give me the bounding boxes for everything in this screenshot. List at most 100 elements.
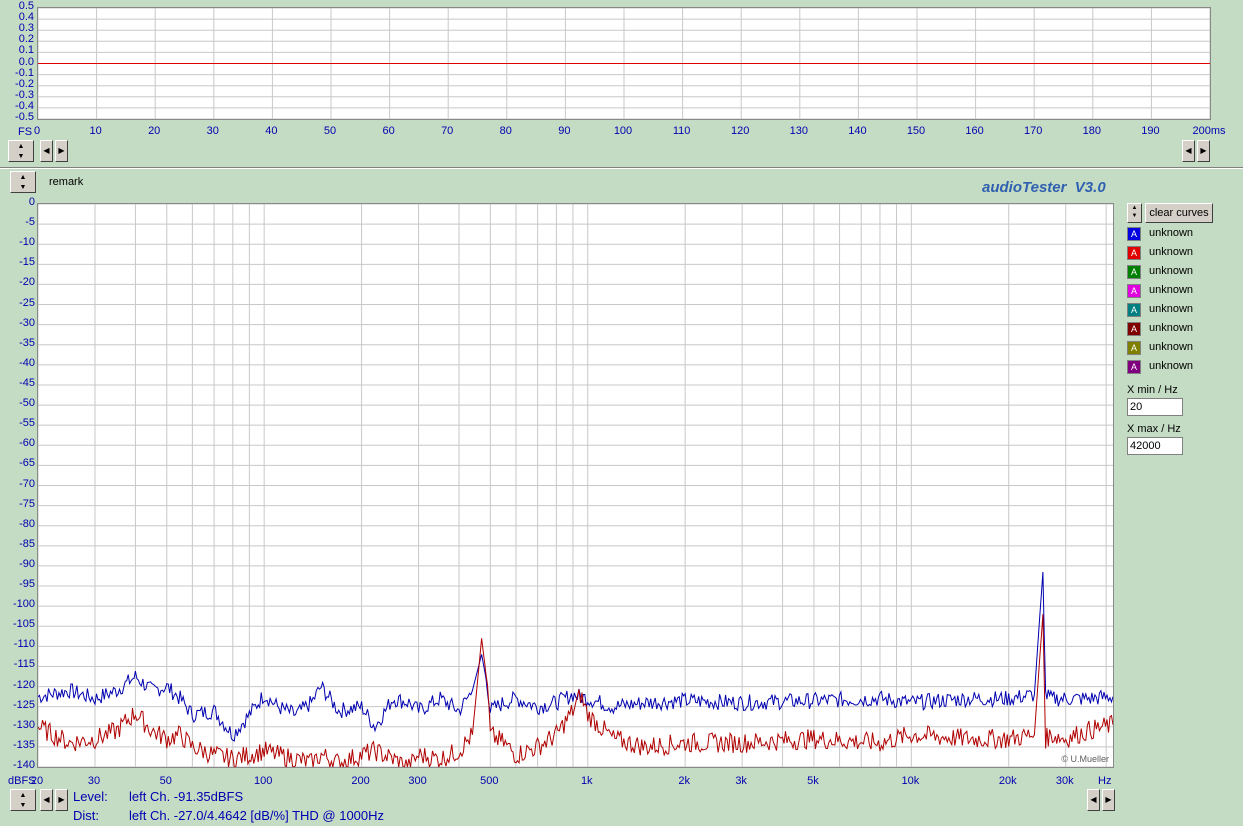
- spectrum-y-tick-label: -90: [19, 557, 35, 570]
- legend-item[interactable]: Aunknown: [1127, 284, 1217, 300]
- clear-curves-button[interactable]: clear curves: [1145, 203, 1213, 223]
- spectrum-y-tick-label: -15: [19, 256, 35, 269]
- legend-item-label: unknown: [1149, 246, 1194, 258]
- spectrum-x-tick-label: 500: [480, 775, 499, 787]
- spectrum-x-tick-label: 10k: [901, 775, 920, 787]
- remark-label: remark: [49, 176, 84, 188]
- time-zoom-left-button[interactable]: ◀: [1182, 140, 1195, 162]
- spectrum-x-tick-label: 20k: [998, 775, 1017, 787]
- spectrum-y-tick-label: -65: [19, 457, 35, 470]
- spectrum-x-tick-label: 3k: [735, 775, 747, 787]
- legend-item-label: unknown: [1149, 284, 1194, 296]
- time-x-tick-label: 180: [1082, 125, 1101, 137]
- xmin-label: X min / Hz: [1127, 384, 1178, 396]
- spectrum-y-unit: dBFS: [8, 775, 36, 787]
- spectrum-y-tick-label: -110: [13, 638, 35, 651]
- time-zoom-right-button[interactable]: ▶: [1197, 140, 1210, 162]
- legend-item[interactable]: Aunknown: [1127, 303, 1217, 319]
- time-x-tick-label: 100: [613, 125, 633, 137]
- spectrum-y-tick-label: -10: [19, 236, 35, 249]
- spectrum-y-tick-label: -70: [19, 477, 35, 490]
- spectrum-series-line: [38, 614, 1113, 767]
- spectrum-y-tick-label: -25: [19, 296, 35, 309]
- spectrum-y-tick-label: -100: [12, 598, 35, 611]
- spectrum-zoom-left-button[interactable]: ◀: [1087, 789, 1100, 811]
- legend-item-label: unknown: [1149, 227, 1194, 239]
- spectrum-plot[interactable]: © U.Mueller: [37, 203, 1114, 768]
- spectrum-scroll-right-button[interactable]: ▶: [55, 789, 68, 811]
- time-x-tick-label: 30: [206, 125, 219, 137]
- level-value: left Ch. -91.35dBFS: [129, 789, 244, 804]
- remark-spin-button[interactable]: ▲ ▼: [10, 171, 36, 193]
- legend-item[interactable]: Aunknown: [1127, 227, 1217, 243]
- spin-down-icon: ▼: [1131, 213, 1138, 219]
- legend-item-label: unknown: [1149, 322, 1194, 334]
- xmin-input[interactable]: [1127, 398, 1183, 416]
- spectrum-y-tick-label: -75: [19, 497, 35, 510]
- curves-spin-button[interactable]: ▲ ▼: [1127, 203, 1142, 223]
- panel-divider: [0, 167, 1243, 169]
- time-scroll-left-button[interactable]: ◀: [40, 140, 53, 162]
- spectrum-y-tick-label: -135: [12, 738, 35, 751]
- spectrum-x-unit: Hz: [1098, 775, 1112, 787]
- spectrum-y-tick-label: -85: [19, 537, 35, 550]
- spectrum-scroll-left-button[interactable]: ◀: [40, 789, 53, 811]
- spectrum-y-tick-label: -115: [13, 658, 35, 671]
- spectrum-x-tick-label: 50: [159, 775, 172, 787]
- spin-down-icon: ▼: [17, 153, 25, 160]
- legend-item-label: unknown: [1149, 265, 1194, 277]
- time-x-tick-label: 110: [672, 125, 691, 137]
- spectrum-zoom-right-button[interactable]: ▶: [1102, 789, 1115, 811]
- xmax-label: X max / Hz: [1127, 423, 1181, 435]
- curve-color-icon: A: [1127, 284, 1141, 298]
- legend-item[interactable]: Aunknown: [1127, 265, 1217, 281]
- time-x-tick-label: 120: [731, 125, 750, 137]
- time-domain-plot[interactable]: [37, 7, 1211, 120]
- time-x-tick-label: 140: [848, 125, 867, 137]
- spectrum-y-tick-label: -130: [12, 718, 35, 731]
- legend-item[interactable]: Aunknown: [1127, 360, 1217, 376]
- spectrum-y-tick-label: -45: [19, 376, 35, 389]
- spectrum-y-tick-label: -60: [19, 437, 35, 450]
- spectrum-y-tick-label: -125: [12, 698, 35, 711]
- spectrum-x-tick-label: 30k: [1055, 775, 1074, 787]
- spectrum-x-tick-label: 100: [253, 775, 273, 787]
- spin-down-icon: ▼: [19, 802, 27, 809]
- dist-value: left Ch. -27.0/4.4642 [dB/%] THD @ 1000H…: [129, 808, 385, 823]
- time-x-tick-label: 40: [265, 125, 278, 137]
- spectrum-y-tick-label: -80: [19, 517, 35, 530]
- spectrum-y-tick-label: -5: [25, 216, 35, 229]
- legend-item[interactable]: Aunknown: [1127, 322, 1217, 338]
- time-x-tick-label: 50: [323, 125, 337, 137]
- copyright-text: © U.Mueller: [1061, 754, 1109, 764]
- spectrum-amplitude-spin-button[interactable]: ▲ ▼: [10, 789, 36, 811]
- time-y-tick-label: -0.5: [15, 111, 34, 123]
- legend-item[interactable]: Aunknown: [1127, 246, 1217, 262]
- spectrum-y-tick-label: -30: [19, 316, 35, 329]
- time-x-tick-label: 170: [1024, 125, 1043, 137]
- legend-item-label: unknown: [1149, 303, 1194, 315]
- curve-color-icon: A: [1127, 265, 1141, 279]
- time-x-tick-label: 90: [558, 125, 571, 137]
- spin-up-icon: ▲: [17, 143, 25, 150]
- time-x-tick-label: 70: [441, 125, 454, 137]
- dist-label: Dist:: [73, 808, 99, 823]
- legend-item-label: unknown: [1149, 360, 1194, 372]
- spectrum-y-tick-label: -40: [19, 356, 35, 369]
- legend-item[interactable]: Aunknown: [1127, 341, 1217, 357]
- spectrum-x-tick-label: 200: [351, 775, 370, 787]
- time-amplitude-spin-button[interactable]: ▲ ▼: [8, 140, 34, 162]
- spectrum-series-line: [38, 571, 1113, 742]
- xmax-input[interactable]: [1127, 437, 1183, 455]
- level-label: Level:: [73, 789, 108, 804]
- time-x-tick-label: 160: [965, 125, 984, 137]
- spectrum-x-tick-label: 2k: [678, 775, 690, 787]
- app-title: audioTester V3.0: [982, 179, 1106, 196]
- spectrum-x-tick-label: 30: [87, 775, 101, 787]
- time-x-tick-label: 10: [89, 125, 102, 137]
- spectrum-y-tick-label: -20: [19, 276, 35, 289]
- time-scroll-right-button[interactable]: ▶: [55, 140, 68, 162]
- spectrum-x-tick-label: 1k: [580, 775, 593, 787]
- curve-color-icon: A: [1127, 322, 1141, 336]
- time-x-tick-label: 60: [382, 125, 395, 137]
